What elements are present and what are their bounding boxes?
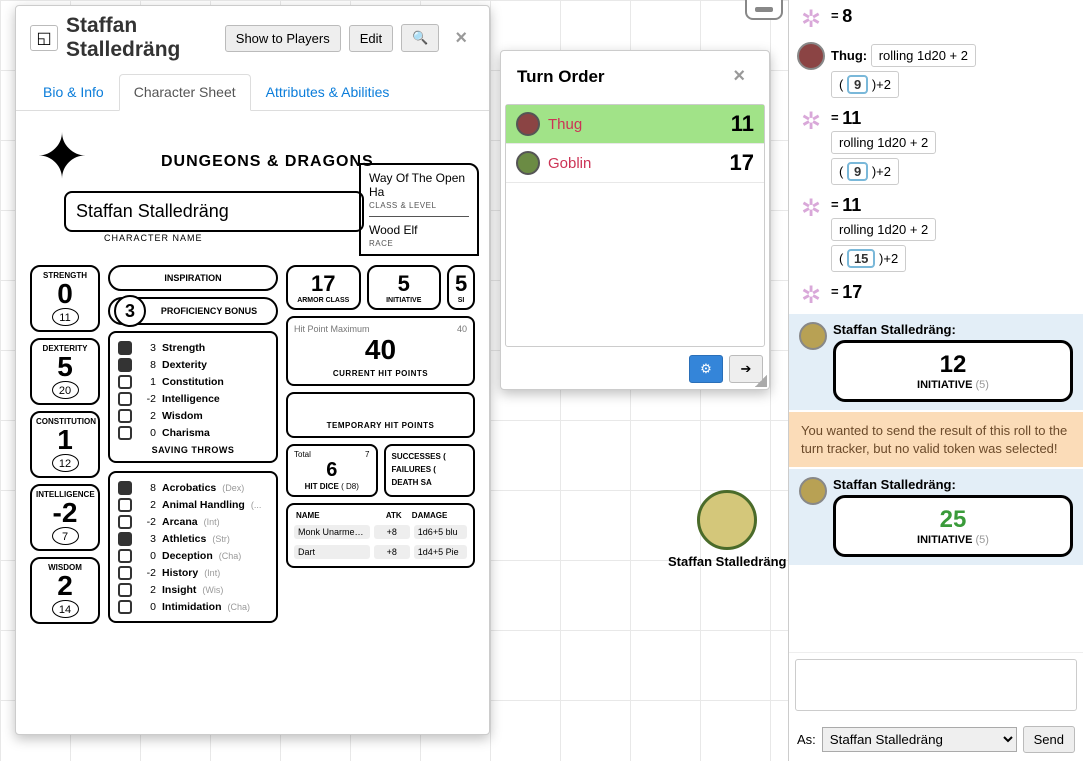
inspiration-box[interactable]: INSPIRATION bbox=[108, 265, 278, 291]
speak-as-select[interactable]: Staffan Stalledräng bbox=[822, 727, 1017, 752]
chat-panel: ✲ = 8 Thug: rolling 1d20 + 2 ( 9 )+2 ✲ =… bbox=[788, 0, 1083, 761]
edit-button[interactable]: Edit bbox=[349, 25, 393, 52]
skill-row[interactable]: -2History (Int) bbox=[118, 564, 268, 581]
save-row[interactable]: 0Charisma bbox=[118, 424, 268, 441]
ability-constitution[interactable]: CONSTITUTION 1 12 bbox=[30, 411, 100, 478]
death-saves-box[interactable]: SUCCESSES ( FAILURES ( DEATH SA bbox=[384, 444, 476, 497]
ability-strength[interactable]: STRENGTH 0 11 bbox=[30, 265, 100, 332]
ability-wisdom[interactable]: WISDOM 2 14 bbox=[30, 557, 100, 624]
checkbox-icon[interactable] bbox=[118, 600, 132, 614]
resize-handle-icon[interactable] bbox=[755, 375, 767, 387]
token-icon bbox=[516, 151, 540, 175]
turn-item[interactable]: Goblin17 bbox=[506, 144, 764, 183]
checkbox-icon[interactable] bbox=[118, 583, 132, 597]
close-icon[interactable]: × bbox=[447, 27, 475, 50]
token-name: Staffan Stalledräng bbox=[668, 554, 786, 569]
dragon-ampersand-icon: ✦ bbox=[36, 127, 88, 189]
checkbox-icon[interactable] bbox=[118, 358, 132, 372]
skill-row[interactable]: 2Animal Handling (... bbox=[118, 496, 268, 513]
class-level[interactable]: Way Of The Open Ha bbox=[369, 171, 469, 199]
save-row[interactable]: 2Wisdom bbox=[118, 407, 268, 424]
turn-order-dialog: Turn Order × Thug11 Goblin17 ⚙ ➔ bbox=[500, 50, 770, 390]
race[interactable]: Wood Elf bbox=[369, 223, 469, 237]
weapons-box: NAMEATKDAMAGE Monk Unarmed ...+81d6+5 bl… bbox=[286, 503, 475, 568]
checkbox-icon[interactable] bbox=[118, 392, 132, 406]
character-sheet: ✦ DUNGEONS & DRAGONS Staffan Stalledräng… bbox=[16, 111, 489, 731]
skill-row[interactable]: -2Arcana (Int) bbox=[118, 513, 268, 530]
turn-item[interactable]: Thug11 bbox=[506, 105, 764, 144]
temp-hp-box[interactable]: TEMPORARY HIT POINTS bbox=[286, 392, 475, 438]
save-row[interactable]: 1Constitution bbox=[118, 373, 268, 390]
turn-order-title: Turn Order bbox=[517, 67, 605, 87]
skill-row[interactable]: 2Insight (Wis) bbox=[118, 581, 268, 598]
initiative-roll-card: 25 INITIATIVE (5) bbox=[833, 495, 1073, 557]
rose-icon: ✲ bbox=[797, 6, 825, 34]
saving-throws-box: 3Strength 8Dexterity 1Constitution -2Int… bbox=[108, 331, 278, 463]
search-button[interactable]: 🔍 bbox=[401, 24, 439, 52]
character-name-label: CHARACTER NAME bbox=[104, 233, 203, 243]
avatar bbox=[797, 42, 825, 70]
tab-attributes[interactable]: Attributes & Abilities bbox=[251, 74, 405, 110]
proficiency-bonus-value: 3 bbox=[114, 295, 146, 327]
checkbox-icon[interactable] bbox=[118, 515, 132, 529]
hit-dice-box[interactable]: Total7 6 HIT DICE ( D8) bbox=[286, 444, 378, 497]
checkbox-icon[interactable] bbox=[118, 566, 132, 580]
rose-icon: ✲ bbox=[797, 282, 825, 310]
skill-row[interactable]: 0Intimidation (Cha) bbox=[118, 598, 268, 615]
checkbox-icon[interactable] bbox=[118, 549, 132, 563]
token-avatar bbox=[697, 490, 757, 550]
save-row[interactable]: 3Strength bbox=[118, 339, 268, 356]
skill-row[interactable]: 3Athletics (Str) bbox=[118, 530, 268, 547]
weapon-row[interactable]: Monk Unarmed ...+81d6+5 blu bbox=[292, 522, 469, 542]
card-deck-handle[interactable] bbox=[745, 0, 783, 20]
turn-list: Thug11 Goblin17 bbox=[505, 104, 765, 347]
map-token[interactable]: Staffan Stalledräng bbox=[668, 490, 786, 569]
tab-bar: Bio & Info Character Sheet Attributes & … bbox=[16, 74, 489, 111]
skills-box: 8Acrobatics (Dex) 2Animal Handling (... … bbox=[108, 471, 278, 623]
checkbox-icon[interactable] bbox=[118, 426, 132, 440]
turn-settings-button[interactable]: ⚙ bbox=[689, 355, 723, 383]
ability-dexterity[interactable]: DEXTERITY 5 20 bbox=[30, 338, 100, 405]
send-button[interactable]: Send bbox=[1023, 726, 1075, 753]
character-dialog: ◱ Staffan Stalledräng Show to Players Ed… bbox=[15, 5, 490, 735]
skill-row[interactable]: 0Deception (Cha) bbox=[118, 547, 268, 564]
show-to-players-button[interactable]: Show to Players bbox=[225, 25, 341, 52]
skill-row[interactable]: 8Acrobatics (Dex) bbox=[118, 479, 268, 496]
checkbox-icon[interactable] bbox=[118, 481, 132, 495]
class-race-box: Way Of The Open Ha CLASS & LEVEL Wood El… bbox=[359, 163, 479, 256]
rose-icon: ✲ bbox=[797, 108, 825, 136]
character-name-field[interactable]: Staffan Stalledräng bbox=[64, 191, 364, 232]
close-icon[interactable]: × bbox=[725, 65, 753, 88]
speed-stat[interactable]: 5 SI bbox=[447, 265, 475, 310]
rose-icon: ✲ bbox=[797, 195, 825, 223]
warning-message: You wanted to send the result of this ro… bbox=[789, 412, 1083, 467]
chat-input[interactable] bbox=[795, 659, 1077, 711]
checkbox-icon[interactable] bbox=[118, 409, 132, 423]
save-row[interactable]: -2Intelligence bbox=[118, 390, 268, 407]
proficiency-bonus-box: 3 PROFICIENCY BONUS bbox=[108, 297, 278, 325]
checkbox-icon[interactable] bbox=[118, 532, 132, 546]
checkbox-icon[interactable] bbox=[118, 341, 132, 355]
ability-intelligence[interactable]: INTELLIGENCE -2 7 bbox=[30, 484, 100, 551]
as-label: As: bbox=[797, 732, 816, 747]
tab-bio[interactable]: Bio & Info bbox=[28, 74, 119, 110]
hit-points-box[interactable]: Hit Point Maximum40 40 CURRENT HIT POINT… bbox=[286, 316, 475, 386]
checkbox-icon[interactable] bbox=[118, 375, 132, 389]
save-row[interactable]: 8Dexterity bbox=[118, 356, 268, 373]
avatar bbox=[799, 477, 827, 505]
checkbox-icon[interactable] bbox=[118, 498, 132, 512]
dialog-title: Staffan Stalledräng bbox=[66, 14, 217, 62]
initiative-stat[interactable]: 5 INITIATIVE bbox=[367, 265, 442, 310]
tab-character-sheet[interactable]: Character Sheet bbox=[119, 74, 251, 111]
weapon-row[interactable]: Dart+81d4+5 Pie bbox=[292, 542, 469, 562]
avatar bbox=[799, 322, 827, 350]
popout-icon[interactable]: ◱ bbox=[30, 25, 58, 51]
initiative-roll-card: 12 INITIATIVE (5) bbox=[833, 340, 1073, 402]
armor-class[interactable]: 17 ARMOR CLASS bbox=[286, 265, 361, 310]
token-icon bbox=[516, 112, 540, 136]
chat-log: ✲ = 8 Thug: rolling 1d20 + 2 ( 9 )+2 ✲ =… bbox=[789, 0, 1083, 652]
dnd-logo: DUNGEONS & DRAGONS bbox=[161, 153, 374, 171]
